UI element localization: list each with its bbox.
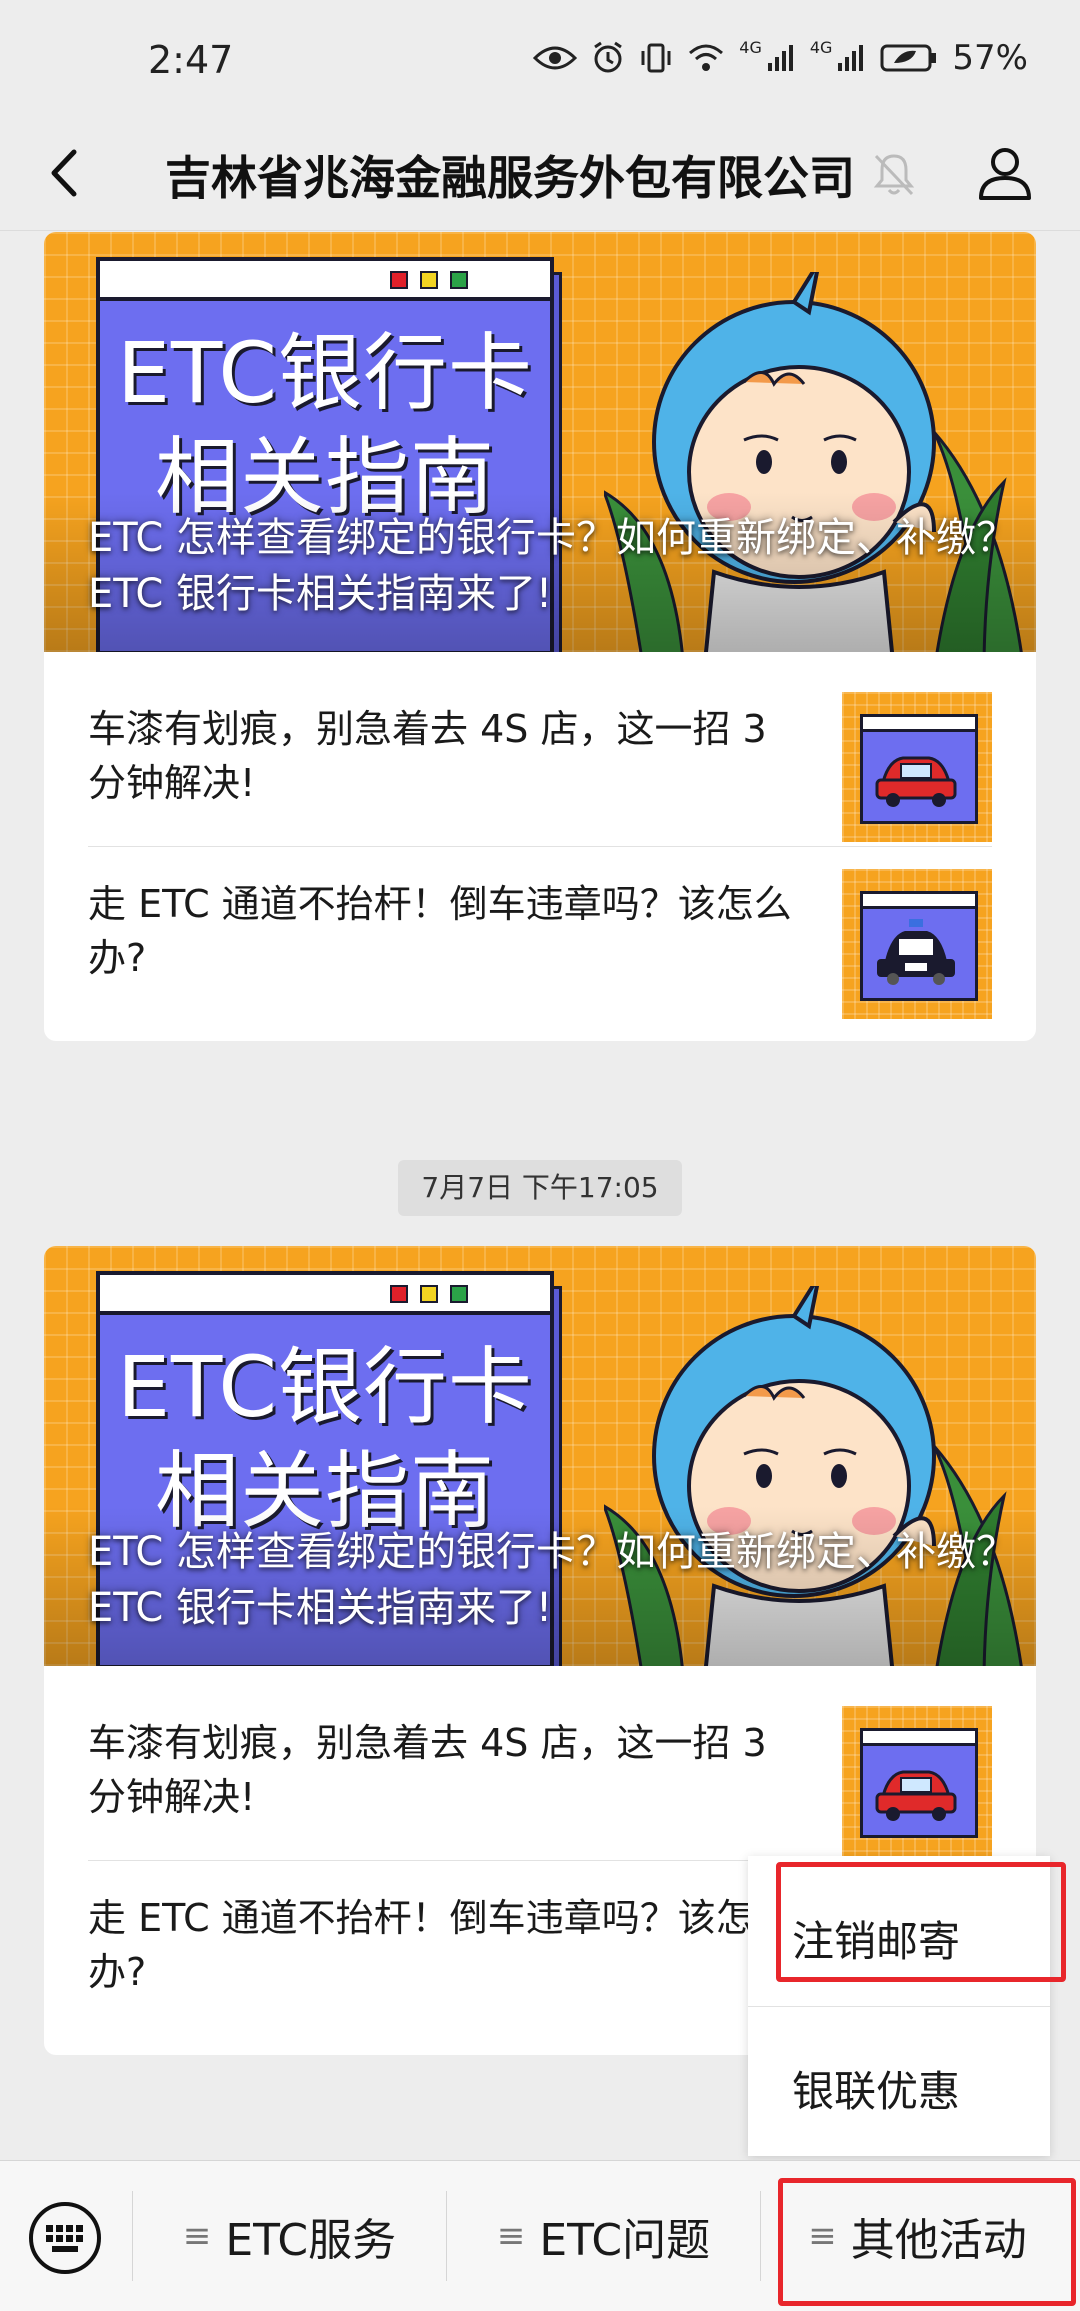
article-card: ETC银行卡 相关指南 ETC 怎样查看绑定的银行卡？如何重新绑定、补缴？ETC… [44,232,1036,1041]
article-thumbnail [842,869,992,1019]
article-banner[interactable]: ETC银行卡 相关指南 ETC 怎样查看绑定的银行卡？如何重新绑定、补缴？ETC… [44,232,1036,652]
article-list-item[interactable]: 车漆有划痕，别急着去 4S 店，这一招 3 分钟解决! [88,652,992,847]
signal-icon-2 [838,45,864,71]
article-list-item[interactable]: 走 ETC 通道不抬杆！倒车违章吗？该怎么办? [88,847,992,1041]
red-car-icon [875,1770,957,1821]
menu-item-label: 银联优惠 [792,2067,961,2116]
banner-image-text-1: ETC银行卡 [116,1338,534,1436]
battery-percent: 57% [952,38,1028,78]
highlight-box [776,1862,1066,1982]
article-thumbnail [842,1706,992,1856]
article-banner[interactable]: ETC银行卡 相关指南 ETC 怎样查看绑定的银行卡？如何重新绑定、补缴？ETC… [44,1246,1036,1666]
vibrate-icon [641,43,671,73]
menu-lines-icon: ≡ [496,2216,526,2256]
message-timestamp: 7月7日 下午17:05 [398,1160,682,1216]
red-car-icon [875,756,957,807]
back-arrow-icon[interactable] [30,138,100,208]
muted-bell-icon [873,154,915,196]
page-title: 吉林省兆海金融服务外包有限公司 [165,151,855,205]
article-title: 车漆有划痕，别急着去 4S 店，这一招 3 分钟解决! [88,1721,767,1819]
menu-label: ETC服务 [225,2215,397,2266]
alarm-icon [594,41,623,73]
eye-icon [533,46,578,70]
menu-etc-service[interactable]: ≡ ETC服务 [133,2161,446,2311]
battery-icon [880,44,937,72]
network-label-2: 4G [809,38,833,57]
banner-image-text-1: ETC银行卡 [116,324,534,422]
banner-title: ETC 怎样查看绑定的银行卡？如何重新绑定、补缴？ETC 银行卡相关指南来了! [88,515,1017,617]
menu-label: ETC问题 [539,2215,711,2266]
keyboard-icon[interactable] [28,2201,102,2275]
article-thumbnail [842,692,992,842]
status-bar: 2:47 4G 4G 57% [0,0,1080,120]
title-bar: 吉林省兆海金融服务外包有限公司 [0,120,1080,231]
network-label-1: 4G [739,38,762,57]
menu-etc-questions[interactable]: ≡ ETC问题 [447,2161,760,2311]
wifi-icon [689,44,724,71]
article-list-item[interactable]: 车漆有划痕，别急着去 4S 店，这一招 3 分钟解决! [88,1666,992,1861]
menu-lines-icon: ≡ [182,2216,212,2256]
article-title: 走 ETC 通道不抬杆！倒车违章吗？该怎么办? [88,882,792,980]
article-title: 走 ETC 通道不抬杆！倒车违章吗？该怎么办? [88,1896,792,1994]
profile-icon[interactable] [975,142,1035,202]
article-title: 车漆有划痕，别急着去 4S 店，这一招 3 分钟解决! [88,707,767,805]
menu-item-unionpay-offers[interactable]: 银联优惠 [748,2006,1050,2156]
status-time: 2:47 [148,38,234,82]
police-car-icon [877,919,955,985]
signal-icon [767,45,793,71]
banner-title: ETC 怎样查看绑定的银行卡？如何重新绑定、补缴？ETC 银行卡相关指南来了! [88,1529,1017,1631]
status-icons: 4G 4G 57% [533,38,1028,78]
highlight-box [778,2178,1076,2306]
